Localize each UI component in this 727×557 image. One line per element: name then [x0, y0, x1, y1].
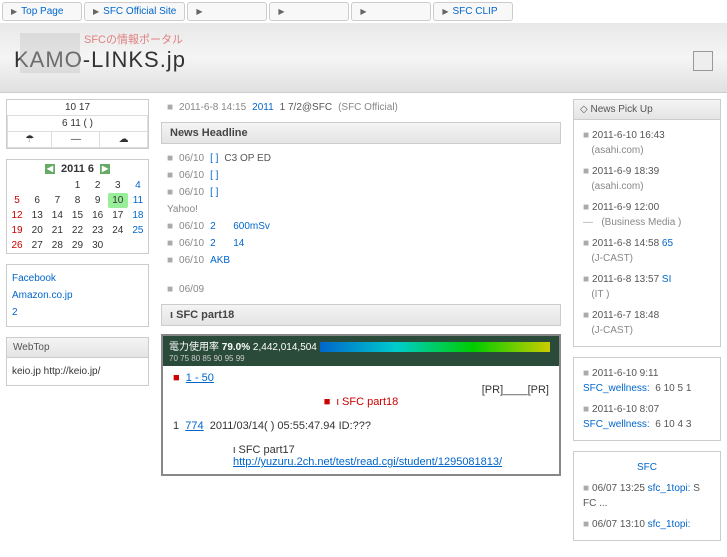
yahoo-row: ■06/102 14: [161, 235, 561, 252]
next-month-button[interactable]: ▶: [100, 164, 110, 174]
link-facebook[interactable]: Facebook: [12, 273, 56, 284]
pickup-header: ◇ News Pick Up: [574, 100, 720, 120]
top-news: ■ 2011-6-8 14:15 2011 1 7/2@SFC (SFC Off…: [161, 99, 561, 116]
nav-sfc-clip[interactable]: ▶SFC CLIP: [433, 2, 513, 21]
forum-frame: 電力使用率 79.0% 2,442,014,504 70 75 80 85 90…: [161, 334, 561, 476]
news-row: ■06/10[ ]: [161, 167, 561, 184]
top-navigation: ▶Top Page ▶SFC Official Site ▶ ▶ ▶ ▶SFC …: [0, 0, 727, 23]
wellness-link[interactable]: SFC_wellness:: [583, 419, 650, 430]
news-pickup-widget: ◇ News Pick Up ■2011-6-10 16:43 (asahi.c…: [573, 99, 721, 347]
webtop-header: WebTop: [7, 338, 148, 358]
link-amazon[interactable]: Amazon.co.jp: [12, 290, 73, 301]
news-row: ■06/10[ ] C3 OP ED: [161, 150, 561, 167]
left-links-1: Facebook Amazon.co.jp 2: [6, 264, 149, 327]
header-subtitle: SFCの情報ポータル: [84, 31, 713, 47]
bullet-icon: ■: [167, 102, 173, 113]
link-2ch[interactable]: 2: [12, 307, 18, 318]
nav-top-page[interactable]: ▶Top Page: [2, 2, 82, 21]
news-last: ■06/09: [161, 281, 561, 298]
forum-title: ι SFC part18: [337, 396, 399, 408]
sfc-widget: SFC ■06/07 13:25 sfc_1topi: S FC ... ■06…: [573, 451, 721, 541]
weather-widget: 10 17 6 11 ( ) ☂ — ☁: [6, 99, 149, 149]
wellness-widget: ■2011-6-10 9:11 SFC_wellness: 6 10 5 1 ■…: [573, 357, 721, 441]
news-headline-header: News Headline: [161, 122, 561, 144]
site-title: KAMO-LINKS.jp: [14, 47, 713, 73]
pr-label: [PR]____[PR]: [173, 384, 549, 396]
yahoo-row: ■06/10AKB: [161, 252, 561, 269]
sfc-hd[interactable]: SFC: [637, 462, 657, 473]
triangle-icon: ▶: [442, 7, 448, 16]
weather-date: 6 11 ( ): [8, 116, 148, 132]
triangle-icon: ▶: [196, 7, 202, 16]
triangle-icon: ▶: [93, 7, 99, 16]
weather-temp: 10 17: [7, 100, 148, 115]
site-header: SFCの情報ポータル KAMO-LINKS.jp: [0, 23, 727, 93]
forum-url[interactable]: http://yuzuru.2ch.net/test/read.cgi/stud…: [233, 456, 502, 468]
cloud-icon: ☁: [100, 132, 148, 148]
prev-month-button[interactable]: ◀: [45, 164, 55, 174]
triangle-icon: ▶: [360, 7, 366, 16]
triangle-icon: ▶: [11, 7, 17, 16]
forum-range-link[interactable]: 1 - 50: [186, 372, 214, 384]
calendar-grid: 1 2 3 4 5 6 7 8 9 10 11 12 13 14 15 16 1…: [7, 178, 148, 253]
search-button[interactable]: [693, 51, 713, 71]
prev-thread: ι SFC part17: [233, 444, 295, 456]
triangle-icon: ▶: [278, 7, 284, 16]
power-bar: 電力使用率 79.0% 2,442,014,504 70 75 80 85 90…: [163, 336, 559, 366]
wellness-link[interactable]: SFC_wellness:: [583, 383, 650, 394]
keio-link[interactable]: keio.jp http://keio.jp/: [12, 363, 143, 380]
webtop-widget: WebTop keio.jp http://keio.jp/: [6, 337, 149, 386]
calendar-label: 2011 6: [61, 163, 94, 175]
weather-dash: —: [52, 132, 100, 148]
power-gauge: [320, 342, 550, 352]
forum-user-link[interactable]: 774: [185, 420, 203, 432]
nav-sfc-official[interactable]: ▶SFC Official Site: [84, 2, 185, 21]
calendar-widget: ◀ 2011 6 ▶ 1 2 3 4 5 6 7 8 9 10 11 12 13…: [6, 159, 149, 254]
top-news-link[interactable]: 2011: [252, 102, 274, 113]
building-image: [20, 33, 80, 73]
rain-icon: ☂: [8, 132, 52, 148]
nav-empty-3[interactable]: ▶: [351, 2, 431, 21]
forum-tab-header: ι SFC part18: [161, 304, 561, 326]
yahoo-row: ■06/102 600mSv: [161, 218, 561, 235]
news-row: ■06/10[ ]: [161, 184, 561, 201]
nav-empty-1[interactable]: ▶: [187, 2, 267, 21]
nav-empty-2[interactable]: ▶: [269, 2, 349, 21]
yahoo-label: Yahoo!: [161, 201, 561, 218]
